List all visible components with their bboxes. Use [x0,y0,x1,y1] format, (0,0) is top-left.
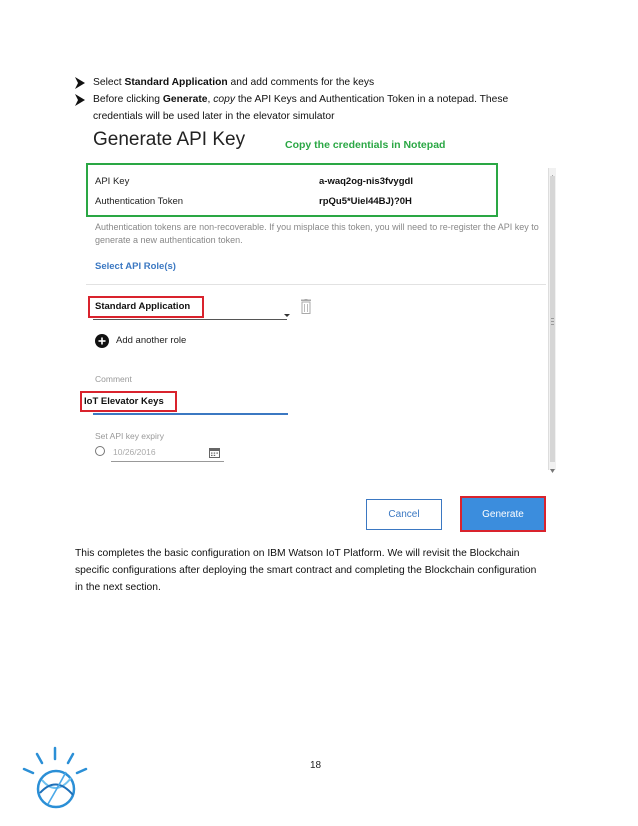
instruction-item-1: Select Standard Application and add comm… [93,74,374,91]
trash-icon[interactable] [300,299,312,314]
instruction-item-2-line2: credentials will be used later in the el… [93,111,335,122]
note-line: Authentication tokens are non-recoverabl… [95,222,539,232]
api-key-value[interactable]: a-waq2og-nis3fvygdl [319,176,413,187]
instruction-text: Select [93,77,125,88]
instruction-item-2: Before clicking Generate, copy the API K… [93,91,573,108]
credentials-highlight-box [86,163,498,217]
expiry-date-underline [111,461,224,462]
scrollbar[interactable] [548,168,556,473]
note-line: generate a new authentication token. [95,235,243,245]
auth-token-label: Authentication Token [95,196,184,207]
arrow-bullet-icon [75,94,85,106]
api-key-label: API Key [95,176,130,187]
paragraph-line: in the next section. [75,582,161,593]
instruction-text: Before clicking [93,94,163,105]
dialog-title: Generate API Key [93,129,246,150]
expiry-date-input[interactable]: 10/26/2016 [113,447,156,457]
paragraph-line: This completes the basic configuration o… [75,548,520,559]
scroll-up-icon[interactable] [549,168,556,179]
comment-label: Comment [95,374,132,384]
auth-token-note: Authentication tokens are non-recoverabl… [95,221,550,247]
instruction-bold-text: Standard Application [124,77,228,88]
add-role-icon[interactable] [95,334,109,348]
page-number: 18 [310,760,322,771]
watson-logo [18,745,90,813]
role-select-underline [93,319,287,320]
instruction-italic-text: copy [213,94,235,105]
expiry-radio[interactable] [95,446,105,456]
comment-input-underline [93,413,288,415]
arrow-bullet-icon [75,77,85,89]
scroll-thumb[interactable] [550,176,555,462]
scroll-down-icon[interactable] [549,462,556,473]
auth-token-value[interactable]: rpQu5*Uiel44BJ)?0H [319,196,412,207]
instruction-bold-text: Generate [162,94,208,105]
paragraph-line: specific configurations after deploying … [75,565,537,576]
instruction-text: the API Keys and Authentication Token in… [234,94,509,105]
annotation-note: Copy the credentials in Notepad [285,139,446,151]
calendar-icon[interactable] [209,445,220,458]
comment-input[interactable]: IoT Elevator Keys [84,396,164,407]
divider [86,284,546,285]
closing-paragraph: This completes the basic configuration o… [75,545,575,596]
add-role-button[interactable]: Add another role [116,335,186,346]
generate-button[interactable]: Generate [460,496,546,532]
cancel-button[interactable]: Cancel [366,499,442,530]
instruction-text: and add comments for the keys [227,77,375,88]
select-api-roles-link[interactable]: Select API Role(s) [95,261,176,272]
expiry-label: Set API key expiry [95,431,164,441]
dropdown-arrow-icon[interactable] [284,305,290,317]
role-select-value[interactable]: Standard Application [95,301,190,312]
